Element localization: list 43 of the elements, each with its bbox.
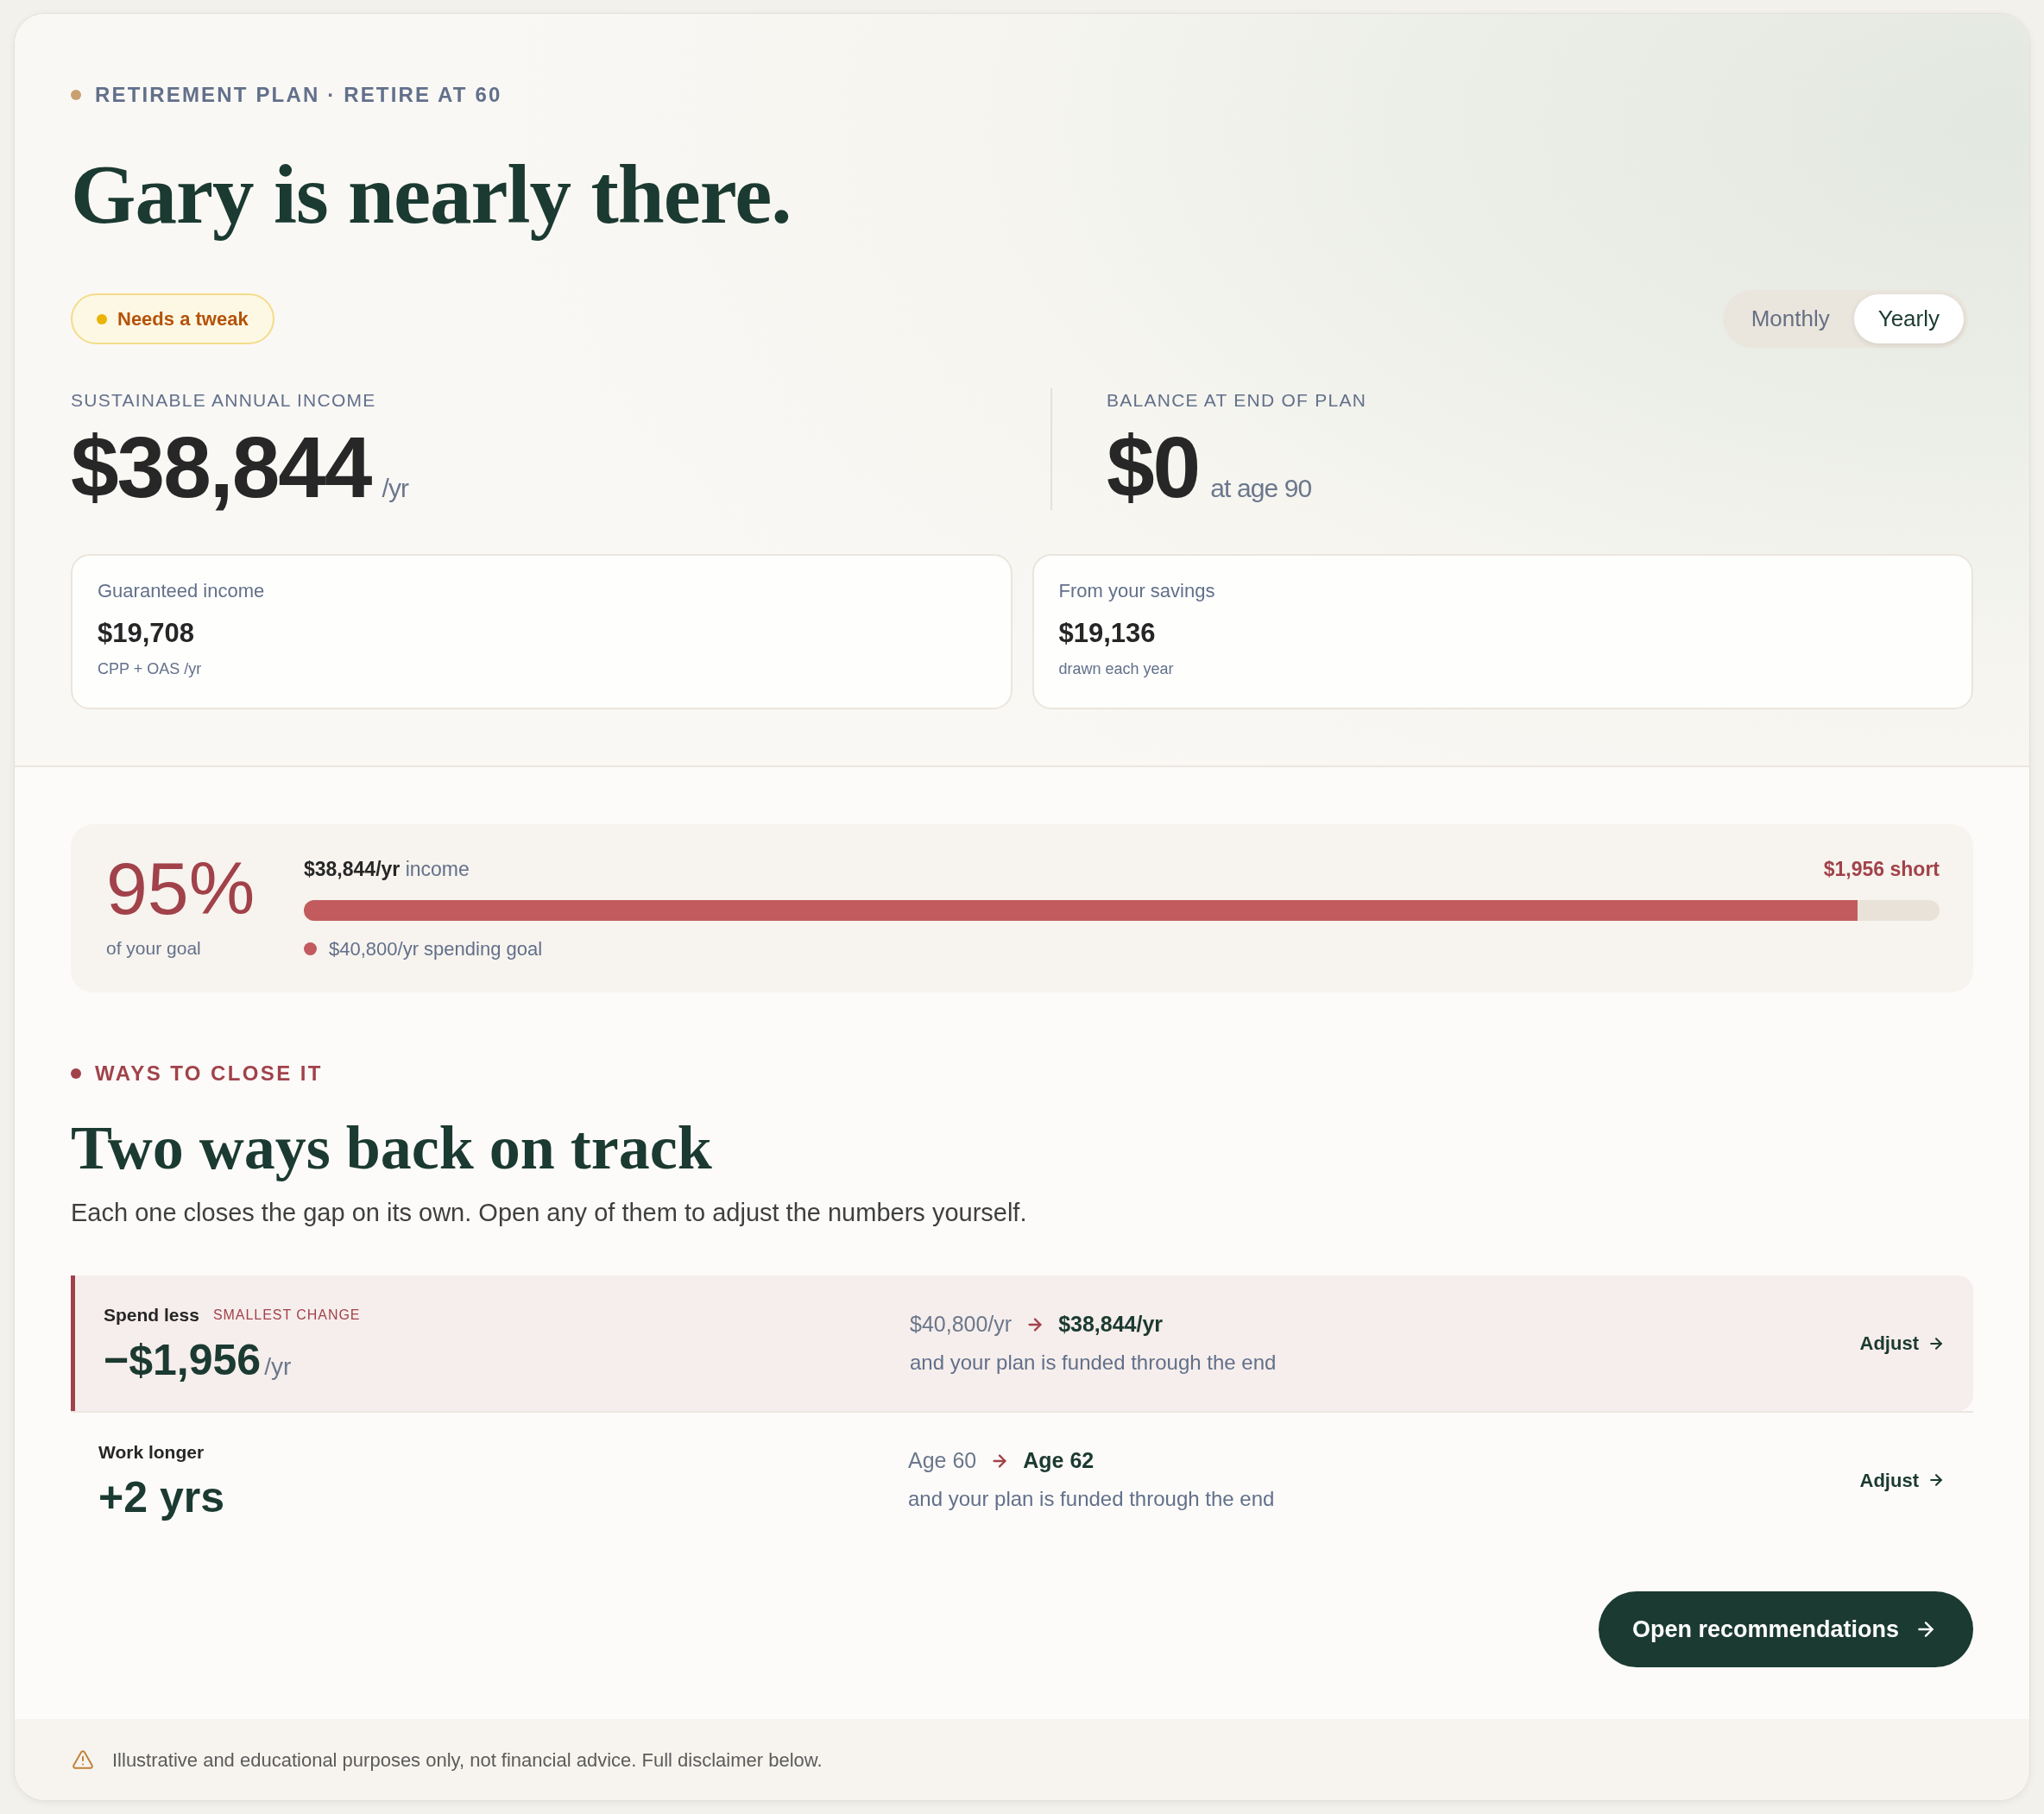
eyebrow-label: RETIREMENT PLAN · RETIRE AT 60 [95,82,502,108]
option-name: Spend less [104,1303,199,1326]
option-note: and your plan is funded through the end [910,1349,1278,1376]
metric-label: BALANCE AT END OF PLAN [1107,389,1367,412]
card-note: drawn each year [1058,659,1175,679]
status-label: Needs a tweak [117,307,249,331]
card-label: From your savings [1058,579,1216,603]
disclaimer-text: Illustrative and educational purposes only, not financial advice. Full disclaimer below. [112,1748,823,1773]
card-label: Guaranteed income [98,579,266,603]
to-value: $38,844/yr [1058,1310,1164,1338]
metric-unit: /yr [382,473,409,504]
option-value: −$1,956 [104,1336,262,1384]
page-title: Gary is nearly there. [71,148,792,241]
option-tag: SMALLEST CHANGE [212,1304,361,1326]
percent-caption: of your goal [106,937,202,960]
metric-value: $38,844 [71,424,371,510]
adjust-link[interactable]: Adjust [1859,1329,1945,1357]
recommendations-button[interactable]: Open recommendations [1598,1591,1973,1667]
metric-value: $0 [1107,424,1200,510]
card-note: CPP + OAS /yr [98,659,203,679]
option-value: +2 yrs [98,1473,224,1521]
section-title: Two ways back on track [71,1112,713,1184]
section-subtitle: Each one closes the gap on its own. Open any of them to adjust the numbers yourself. [71,1198,1028,1228]
percent-value: 95% [106,851,256,925]
adjust-link[interactable]: Adjust [1859,1465,1945,1495]
from-value: $40,800/yr [910,1310,1013,1338]
arrow-icon [1927,1471,1945,1489]
period-tab[interactable]: Yearly [1853,294,1964,343]
warning-icon [72,1748,94,1771]
section-eyebrow: WAYS TO CLOSE IT [95,1061,323,1087]
card-value: $19,708 [98,618,196,649]
option-unit: /yr [264,1351,292,1382]
shortfall-label: $1,956 short [1823,856,1940,882]
card-value: $19,136 [1058,618,1157,649]
option-name: Work longer [98,1440,205,1464]
from-value: Age 60 [908,1447,977,1475]
to-value: Age 62 [1023,1447,1095,1475]
income-summary: $38,844/yr income [304,856,470,882]
goal-label: $40,800/yr spending goal [329,936,543,961]
metric-unit: at age 90 [1210,473,1312,504]
option-note: and your plan is funded through the end [908,1486,1276,1512]
period-tab[interactable]: Monthly [1726,294,1854,343]
metric-label: SUSTAINABLE ANNUAL INCOME [71,389,377,412]
